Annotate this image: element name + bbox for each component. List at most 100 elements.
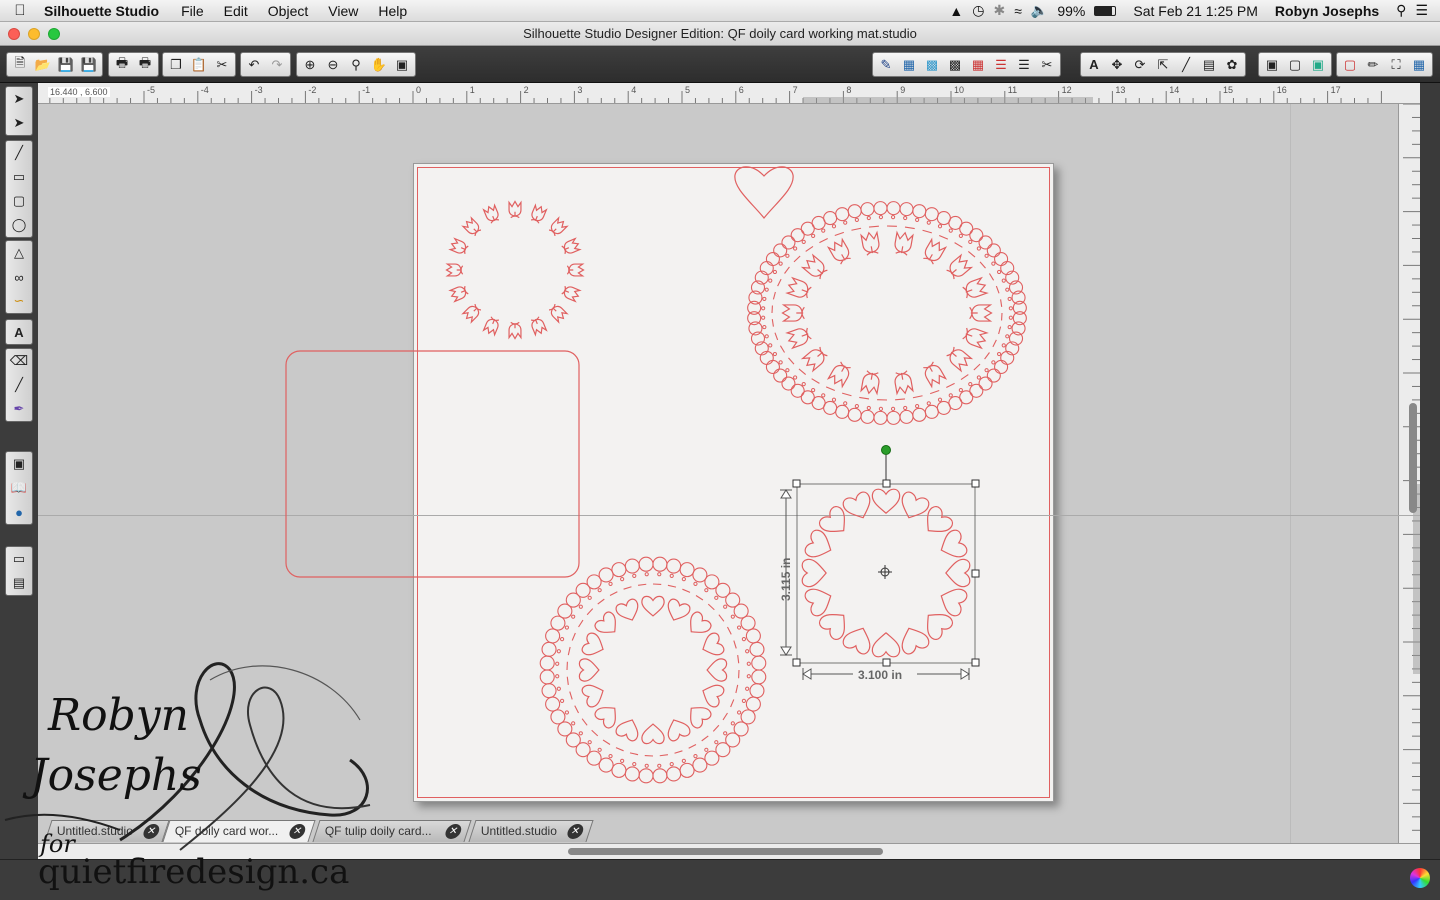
eyedropper-tool-icon[interactable]: ✒	[6, 397, 32, 421]
sketch-icon[interactable]: ✏	[1363, 55, 1383, 75]
save-to-library-icon[interactable]: 💾	[79, 55, 99, 75]
rounded-card-outline[interactable]	[285, 350, 580, 578]
silhouette-store-icon[interactable]: ●	[6, 500, 32, 524]
print-and-cut-icon[interactable]: 🖶	[135, 55, 155, 75]
shear-icon[interactable]: ╱	[1176, 55, 1196, 75]
freehand-tool-icon[interactable]: ∽	[6, 289, 32, 313]
close-tab-icon[interactable]: ✕	[141, 824, 162, 839]
line-color-icon[interactable]: ☰	[991, 55, 1011, 75]
copy-icon[interactable]: ❐	[166, 55, 186, 75]
new-document-icon[interactable]: 🗎	[10, 55, 30, 75]
battery-percent[interactable]: 99%	[1057, 3, 1085, 19]
edit-points-icon[interactable]: ➤	[6, 111, 32, 135]
resize-handle-t[interactable]	[882, 479, 891, 488]
google-drive-icon[interactable]: ▲	[949, 3, 963, 19]
knife-tool-icon[interactable]: ╱	[6, 373, 32, 397]
volume-icon[interactable]: 🔈	[1031, 2, 1048, 19]
ellipse-tool-icon[interactable]: ◯	[6, 213, 32, 237]
text-style-icon[interactable]: A	[1084, 55, 1104, 75]
resize-handle-bl[interactable]	[792, 658, 801, 667]
library-icon[interactable]: ▦	[899, 55, 919, 75]
page-frame-icon[interactable]: ▢	[1340, 55, 1360, 75]
close-tab-icon[interactable]: ✕	[443, 824, 464, 839]
minimize-window-button[interactable]	[28, 28, 40, 40]
small-tulip-wreath[interactable]	[445, 200, 585, 340]
user-name[interactable]: Robyn Josephs	[1267, 3, 1379, 19]
rotate-handle[interactable]	[881, 445, 891, 455]
redo-icon[interactable]: ↷	[267, 55, 287, 75]
line-style-icon[interactable]: ☰	[1014, 55, 1034, 75]
rectangle-tool-icon[interactable]: ▭	[6, 165, 32, 189]
tab-untitled-2[interactable]: Untitled.studio ✕	[468, 820, 594, 842]
replicate-icon[interactable]: ▤	[1199, 55, 1219, 75]
paste-icon[interactable]: 📋	[189, 55, 209, 75]
fill-pattern-icon[interactable]: ▩	[945, 55, 965, 75]
design-page-settings-icon[interactable]: ✎	[876, 55, 896, 75]
selected-heart-wreath[interactable]	[801, 488, 971, 658]
rounded-rectangle-tool-icon[interactable]: ▢	[6, 189, 32, 213]
pan-hand-icon[interactable]: ✋	[369, 55, 389, 75]
close-window-button[interactable]	[8, 28, 20, 40]
send-to-silhouette-icon[interactable]: ▣	[1308, 55, 1328, 75]
eraser-tool-icon[interactable]: ⌫	[6, 349, 32, 373]
tab-qf-doily-card-working[interactable]: QF doily card wor... ✕	[162, 820, 316, 842]
cut-scissors-icon[interactable]: ✂	[212, 55, 232, 75]
open-folder-icon[interactable]: 📂	[33, 55, 53, 75]
fit-to-page-icon[interactable]: ▣	[392, 55, 412, 75]
resize-handle-br[interactable]	[971, 658, 980, 667]
online-store-icon[interactable]: ▩	[922, 55, 942, 75]
fullscreen-icon[interactable]: ⛶	[1386, 55, 1406, 75]
heart-shape[interactable]	[734, 166, 794, 219]
curve-tool-icon[interactable]: ∞	[6, 265, 32, 289]
grid-icon[interactable]: ▦	[1409, 55, 1429, 75]
close-tab-icon[interactable]: ✕	[565, 824, 586, 839]
resize-handle-tl[interactable]	[792, 479, 801, 488]
menu-edit[interactable]: Edit	[214, 3, 258, 19]
horizontal-scrollbar-thumb[interactable]	[568, 848, 883, 855]
close-tab-icon[interactable]: ✕	[287, 824, 308, 839]
offset-icon[interactable]: ▣	[1262, 55, 1282, 75]
zoom-select-icon[interactable]: ⚲	[346, 55, 366, 75]
resize-handle-r[interactable]	[971, 569, 980, 578]
bluetooth-icon[interactable]: ✱	[994, 2, 1006, 19]
resize-handle-b[interactable]	[882, 658, 891, 667]
select-arrow-icon[interactable]: ➤	[6, 87, 32, 111]
split-view-icon[interactable]: ▤	[6, 571, 32, 595]
trace-icon[interactable]: ▢	[1285, 55, 1305, 75]
zoom-in-icon[interactable]: ⊕	[300, 55, 320, 75]
scale-icon[interactable]: ⇱	[1153, 55, 1173, 75]
single-view-icon[interactable]: ▭	[6, 547, 32, 571]
spotlight-icon[interactable]: ⚲	[1388, 2, 1406, 19]
show-page-icon[interactable]: ▣	[6, 452, 32, 476]
color-wheel-icon[interactable]	[1410, 868, 1430, 888]
zoom-out-icon[interactable]: ⊖	[323, 55, 343, 75]
notification-center-icon[interactable]: ☰	[1415, 2, 1428, 19]
save-icon[interactable]: 💾	[56, 55, 76, 75]
line-tool-icon[interactable]: ╱	[6, 141, 32, 165]
design-canvas[interactable]: -5 -4 -3 -2 -1 0 1 2 3 4 5 6 7 8 9 10 11 12 13 14 15 16 17 16.…	[38, 83, 1420, 843]
app-menu[interactable]: Silhouette Studio	[40, 3, 171, 19]
library-book-icon[interactable]: 📖	[6, 476, 32, 500]
rotate-icon[interactable]: ⟳	[1130, 55, 1150, 75]
tab-untitled-1[interactable]: Untitled.studio ✕	[44, 820, 170, 842]
wifi-icon[interactable]: ≈	[1014, 3, 1022, 19]
cut-settings-icon[interactable]: ✂	[1037, 55, 1057, 75]
menu-file[interactable]: File	[171, 3, 214, 19]
text-tool-icon[interactable]: A	[6, 320, 32, 344]
apple-icon[interactable]: 	[0, 2, 40, 19]
large-tulip-doily[interactable]	[747, 201, 1027, 425]
fill-color-icon[interactable]: ▦	[968, 55, 988, 75]
clock[interactable]: Sat Feb 21 1:25 PM	[1125, 3, 1258, 19]
undo-icon[interactable]: ↶	[244, 55, 264, 75]
heart-doily[interactable]	[539, 556, 767, 784]
modify-icon[interactable]: ✿	[1222, 55, 1242, 75]
menu-object[interactable]: Object	[258, 3, 318, 19]
resize-handle-tr[interactable]	[971, 479, 980, 488]
menu-help[interactable]: Help	[368, 3, 417, 19]
print-icon[interactable]: 🖶	[112, 55, 132, 75]
polygon-tool-icon[interactable]: △	[6, 241, 32, 265]
tab-qf-tulip-doily-card[interactable]: QF tulip doily card... ✕	[312, 820, 472, 842]
horizontal-scrollbar[interactable]	[38, 843, 1420, 859]
time-machine-icon[interactable]: ◷	[972, 2, 984, 19]
zoom-window-button[interactable]	[48, 28, 60, 40]
